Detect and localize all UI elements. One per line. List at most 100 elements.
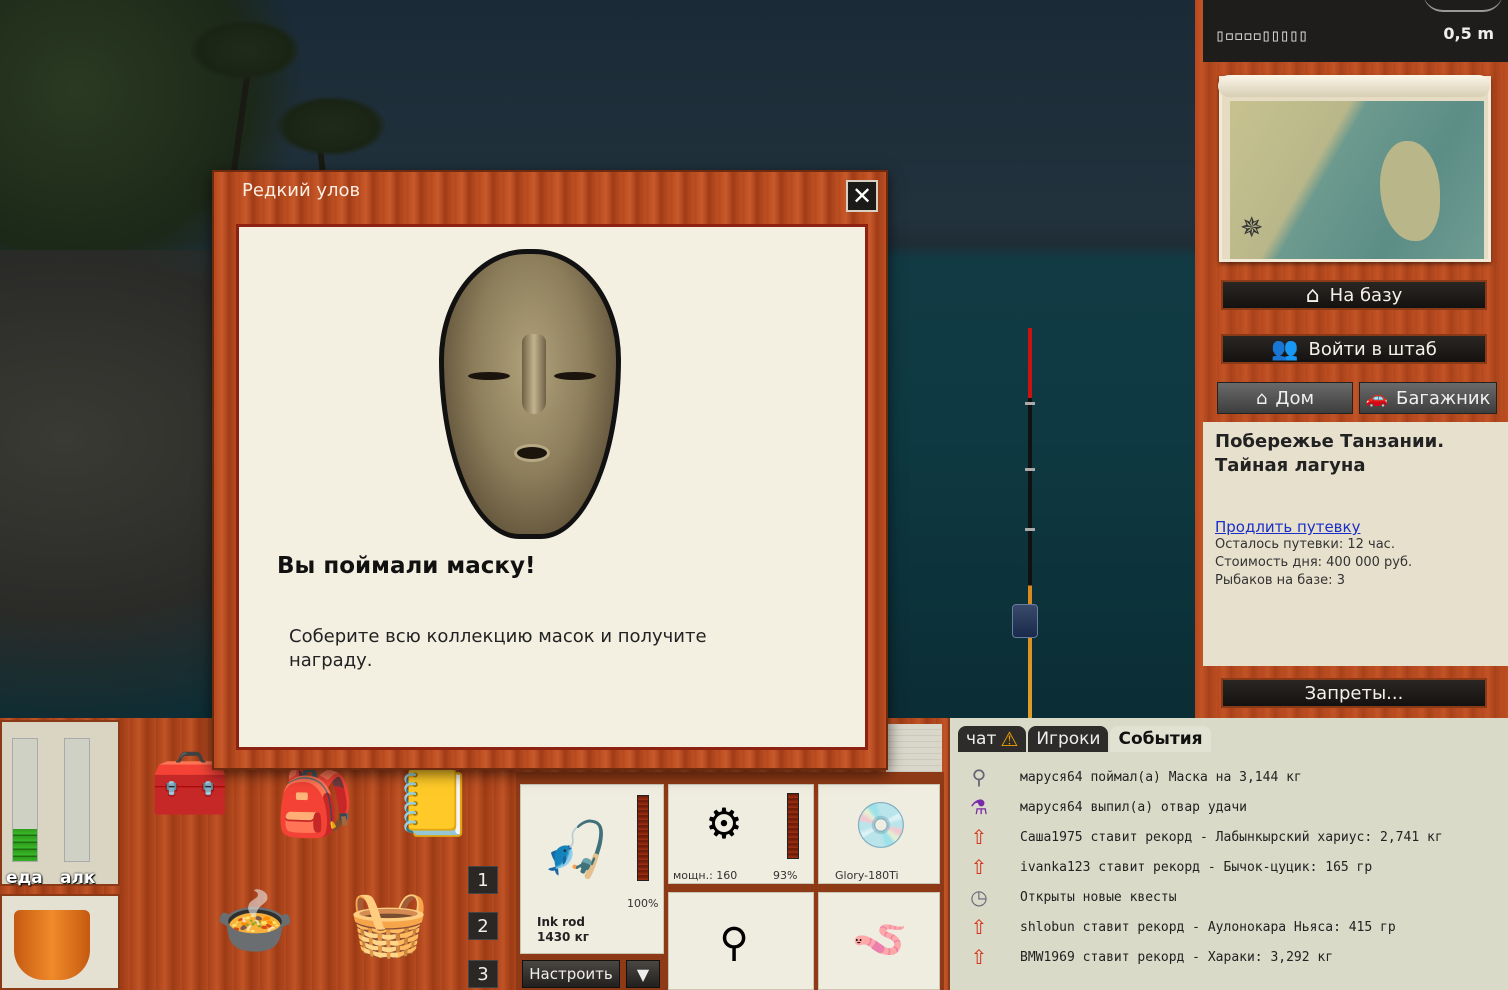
event-text: ivanka123 ставит рекорд - Бычок-цуцик: 1… [1020, 859, 1373, 875]
rattle-icon: ⚲ [971, 765, 987, 789]
fishing-rod[interactable] [1012, 328, 1038, 718]
trunk-button[interactable]: 🚗 Багажник [1359, 382, 1497, 414]
event-text: shlobun ставит рекорд - Аулонокара Ньяса… [1020, 919, 1396, 935]
depth-value: 0,5 m [1443, 24, 1494, 43]
rod-percent: 100% [627, 897, 659, 910]
tab-players[interactable]: Игроки [1028, 726, 1109, 752]
rare-catch-dialog: Редкий улов ✕ Вы поймали маску! Соберите… [212, 170, 888, 770]
event-row: ⚗ маруся64 выпил(а) отвар удачи [964, 792, 1504, 822]
extend-permit-link[interactable]: Продлить путевку [1215, 518, 1496, 536]
map-image: ✵ [1230, 101, 1484, 259]
dialog-heading: Вы поймали маску! [277, 553, 536, 579]
rod-guide [1025, 402, 1035, 405]
headquarters-button[interactable]: 👥 Войти в штаб [1221, 334, 1487, 364]
line-slot[interactable]: 💿 Glory-180Ti [818, 784, 940, 884]
hook-slot[interactable]: ⚲ [668, 892, 814, 990]
map-island [1380, 141, 1440, 241]
event-text: маруся64 поймал(а) Маска на 3,144 кг [1020, 769, 1302, 785]
tab-players-label: Игроки [1036, 729, 1101, 749]
bucket-slot[interactable] [0, 894, 120, 990]
to-base-button[interactable]: ⌂ На базу [1221, 280, 1487, 310]
rod-guide [1025, 468, 1035, 471]
event-row: ⇧ shlobun ставит рекорд - Аулонокара Ньяс… [964, 912, 1504, 942]
depth-scale: ▯▫▫▫▫▯▯▯▯▯ [1215, 26, 1308, 46]
reel-percent: 93% [773, 869, 798, 882]
bait-pot-icon[interactable]: 🍲 [200, 866, 310, 976]
rod-icon: 🎣 [542, 818, 610, 881]
rod-slot[interactable]: 🎣 100% Ink rod 1430 кг [520, 784, 664, 954]
chat-tabs: чат ⚠ Игроки События [958, 726, 1211, 752]
event-row: ⇧ BMW1969 ставит рекорд - Хараки: 3,292 к… [964, 942, 1504, 972]
close-icon[interactable]: ✕ [846, 180, 878, 212]
food-meter-fill [13, 829, 37, 861]
tackle-dropdown-button[interactable]: ▼ [626, 960, 660, 988]
alcohol-label: алк [60, 868, 96, 888]
mask-nose [522, 334, 546, 414]
status-meters: еда алк [0, 720, 120, 888]
reel-slot[interactable]: ⚙ мощн.: 160 93% [668, 784, 814, 884]
event-text: BMW1969 ставит рекорд - Хараки: 3,292 кг [1020, 949, 1334, 965]
mask-image [439, 249, 621, 539]
inventory-grid [886, 724, 942, 772]
depth-profile [1423, 0, 1503, 12]
reel-condition-bar [787, 793, 799, 859]
event-row: ⇧ ivanka123 ставит рекорд - Бычок-цуцик: … [964, 852, 1504, 882]
bans-label: Запреты... [1304, 682, 1404, 704]
warning-icon: ⚠ [1000, 727, 1019, 751]
tab-chat[interactable]: чат ⚠ [958, 726, 1027, 752]
tune-button[interactable]: Настроить [522, 960, 620, 988]
location-map[interactable]: ✵ [1218, 75, 1491, 262]
car-icon: 🚗 [1365, 387, 1388, 409]
dialog-title: Редкий улов [242, 180, 361, 201]
record-arrow-icon: ⇧ [970, 855, 988, 879]
events-panel: чат ⚠ Игроки События ⚲ маруся64 поймал(а)… [948, 718, 1508, 990]
compass-icon: ✵ [1240, 211, 1264, 244]
tackle-panel: 🎣 100% Ink rod 1430 кг ⚙ мощн.: 160 93% … [516, 772, 944, 990]
location-title-line2: Тайная лагуна [1215, 455, 1366, 476]
palm-tree-crown [276, 96, 386, 156]
tab-chat-label: чат [966, 729, 997, 749]
reel-icon: ⚙ [705, 798, 743, 848]
alcohol-meter [64, 738, 90, 862]
event-text: маруся64 выпил(а) отвар удачи [1020, 799, 1247, 815]
fishers-count: Рыбаков на базе: 3 [1215, 573, 1345, 588]
to-base-label: На базу [1329, 284, 1403, 306]
day-cost: Стоимость дня: 400 000 руб. [1215, 555, 1413, 570]
event-row: ◷ Открыты новые квесты [964, 882, 1504, 912]
tab-events[interactable]: События [1110, 726, 1211, 752]
event-text: Открыты новые квесты [1020, 889, 1177, 905]
bait-icon: 🪱 [851, 911, 909, 966]
home-icon: ⌂ [1255, 387, 1268, 409]
bait-slot[interactable]: 🪱 [818, 892, 940, 990]
palm-tree-crown [190, 20, 300, 80]
tab-events-label: События [1118, 729, 1203, 749]
mask-mouth [514, 444, 550, 462]
food-meter [12, 738, 38, 862]
keepnet-icon[interactable]: 🧺 [334, 868, 444, 978]
events-list: ⚲ маруся64 поймал(а) Маска на 3,144 кг ⚗ ма… [964, 762, 1504, 972]
event-text: Саша1975 ставит рекорд - Лабынкырский ха… [1020, 829, 1443, 845]
quick-slot-1[interactable]: 1 [468, 866, 498, 894]
quick-slot-3[interactable]: 3 [468, 960, 498, 988]
location-info: Побережье Танзании. Тайная лагуна Продли… [1203, 422, 1508, 666]
backpack-icon[interactable]: 🎒 [270, 758, 360, 848]
right-panel: ▯▫▫▫▫▯▯▯▯▯ 0,5 m ✵ ⌂ На базу 👥 Войти в ш… [1195, 0, 1508, 718]
bans-button[interactable]: Запреты... [1221, 678, 1487, 708]
permit-time-left: Осталось путевки: 12 час. [1215, 537, 1395, 552]
headquarters-label: Войти в штаб [1308, 338, 1437, 360]
potion-icon: ⚗ [970, 795, 988, 819]
event-row: ⇧ Саша1975 ставит рекорд - Лабынкырский х… [964, 822, 1504, 852]
home-button[interactable]: ⌂ Дом [1217, 382, 1353, 414]
quick-slot-2[interactable]: 2 [468, 912, 498, 940]
notebook-icon[interactable]: 📒 [384, 758, 484, 848]
map-scroll-roll [1218, 75, 1490, 97]
dialog-text: Соберите всю коллекцию масок и получите … [289, 626, 707, 671]
line-spool-icon: 💿 [853, 800, 909, 851]
house-icon: ⌂ [1305, 282, 1320, 308]
line-name: Glory-180Ti [835, 869, 899, 882]
dialog-body: Вы поймали маску! Соберите всю коллекцию… [236, 224, 868, 750]
bucket-icon [14, 910, 90, 980]
clock-icon: ◷ [970, 885, 988, 909]
food-label: еда [6, 868, 43, 888]
rod-name: Ink rod [537, 915, 585, 929]
